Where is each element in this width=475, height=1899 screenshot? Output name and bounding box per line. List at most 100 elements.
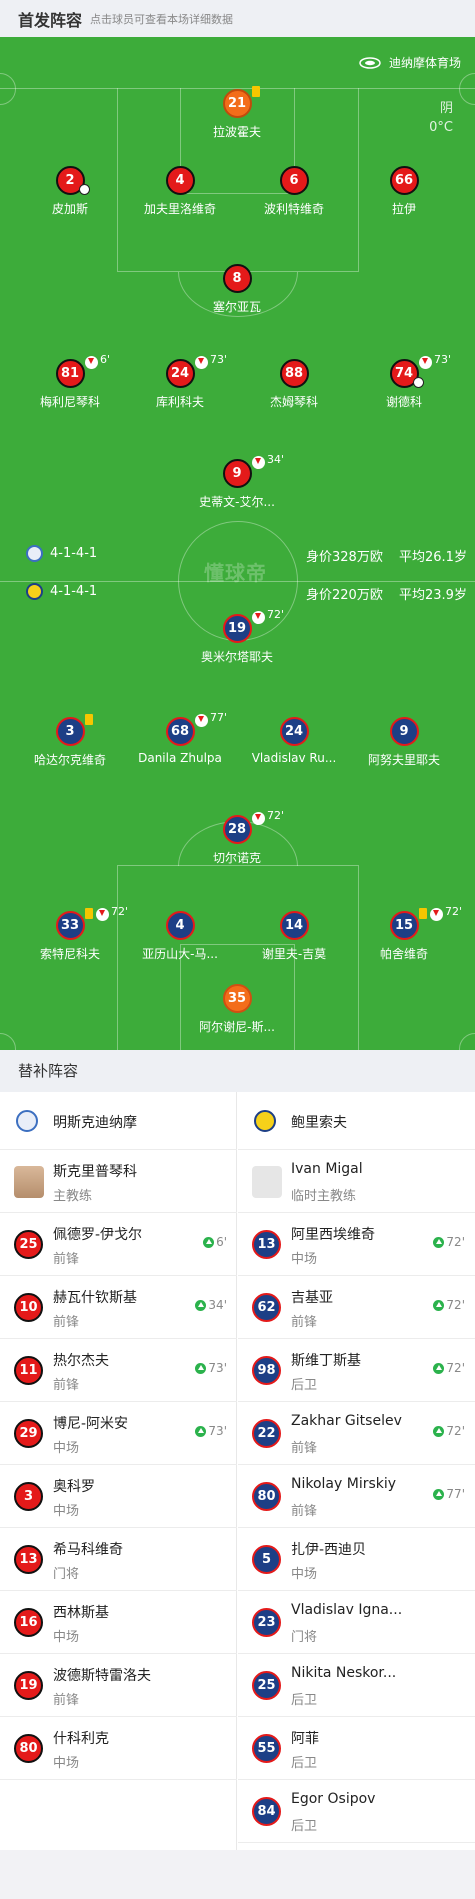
goal-ball-icon [79,184,90,195]
away-coach-row[interactable]: Ivan Migal 临时主教练 [238,1150,475,1213]
home-player-number: 9 [222,459,252,488]
substitution-in-icon [195,1425,207,1437]
home-sub-row[interactable]: 16 西林斯基 中场 [0,1591,237,1654]
away-team-row[interactable]: 鲍里索夫 [238,1092,475,1150]
away-player[interactable]: 9 阿努夫里耶夫 [344,717,464,768]
sub-name: Nikolay Mirskiy [291,1476,397,1492]
away-player-number: 19 [222,614,252,643]
sub-in-minute-text: 72' [446,1235,465,1249]
away-player-number: 35 [222,984,252,1013]
sub-number: 19 [14,1671,43,1700]
away-player-number: 28 [222,815,252,844]
away-sub-row[interactable]: 80 Nikolay Mirskiy 前锋 77' [238,1465,475,1528]
home-crest-icon [26,545,43,562]
home-player[interactable]: 9 34' 史蒂文-艾尔... [177,453,297,510]
substitution-out-icon [96,908,109,921]
coach-name: 斯克里普琴科 [53,1164,137,1180]
sub-number: 10 [14,1293,43,1322]
home-player-number: 21 [222,89,252,118]
home-player[interactable]: 2 皮加斯 [10,166,130,217]
sub-number: 25 [14,1230,43,1259]
home-player-name: 加夫里洛维奇 [143,202,216,216]
away-sub-row[interactable]: 84 Egor Osipov 后卫 [238,1780,475,1843]
sub-in-minute-text: 34' [208,1298,227,1312]
yellow-card-icon [85,714,93,725]
sub-position: 前锋 [53,1252,80,1267]
away-player-number: 9 [389,717,419,746]
away-player-name: 谢里夫-吉莫 [261,947,327,961]
away-player[interactable]: 68 77' Danila Zhulpa [120,711,240,765]
sub-in-minute: 72' [433,1235,465,1249]
away-sub-row[interactable]: 23 Vladislav Igna... 门将 [238,1591,475,1654]
sub-number: 11 [14,1356,43,1385]
away-sub-row[interactable]: 55 阿菲 后卫 [238,1717,475,1780]
home-player[interactable]: 88 杰姆琴科 [234,359,354,410]
home-sub-row[interactable]: 3 奥科罗 中场 [0,1465,237,1528]
away-player-number: 14 [279,911,309,940]
away-sub-row[interactable]: 22 Zakhar Gitselev 前锋 72' [238,1402,475,1465]
home-sub-row[interactable]: 29 博尼-阿米安 中场 73' [0,1402,237,1465]
home-sub-row[interactable]: 25 佩德罗-伊戈尔 前锋 6' [0,1213,237,1276]
away-sub-row[interactable]: 13 阿里西埃维奇 中场 72' [238,1213,475,1276]
sub-in-minute-text: 72' [446,1298,465,1312]
away-sub-row[interactable]: 98 斯维丁斯基 后卫 72' [238,1339,475,1402]
substitution-in-icon [195,1362,207,1374]
away-player[interactable]: 33 72' 索特尼科夫 [10,905,130,962]
away-player[interactable]: 15 72' 帕舍维奇 [344,905,464,962]
sub-name: 斯维丁斯基 [291,1353,361,1369]
home-sub-row[interactable]: 80 什科利克 中场 [0,1717,237,1780]
home-player[interactable]: 81 6' 梅利尼琴科 [10,353,130,410]
home-sub-row[interactable]: 11 热尔杰夫 前锋 73' [0,1339,237,1402]
stadium-icon [359,56,381,69]
away-player[interactable]: 3 哈达尔克维奇 [10,714,130,768]
away-sub-row[interactable]: 5 扎伊-西迪贝 中场 [238,1528,475,1591]
sub-position: 中场 [53,1504,80,1519]
coach-avatar [14,1166,44,1198]
home-player[interactable]: 21 拉波霍夫 [177,86,297,140]
away-value: 身价220万欧 [306,588,383,603]
substitution-in-icon [433,1488,445,1500]
home-sub-row[interactable]: 10 赫瓦什钦斯基 前锋 34' [0,1276,237,1339]
sub-name: 佩德罗-伊戈尔 [53,1227,143,1243]
away-sub-row[interactable]: 25 Nikita Neskor... 后卫 [238,1654,475,1717]
sub-name: 阿菲 [291,1731,319,1747]
home-coach-row[interactable]: 斯克里普琴科 主教练 [0,1150,237,1213]
substitution-minute: 73' [434,353,452,366]
home-player[interactable]: 4 加夫里洛维奇 [120,166,240,217]
sub-position: 前锋 [53,1693,80,1708]
footer [0,1850,475,1899]
sub-position: 前锋 [291,1441,318,1456]
sub-number: 25 [252,1671,281,1700]
away-player[interactable]: 35 阿尔谢尼-斯... [177,984,297,1035]
lineup-hint: 点击球员可查看本场详细数据 [90,12,234,26]
sub-name: 什科利克 [53,1731,109,1747]
home-player[interactable]: 74 73' 谢德科 [344,353,464,410]
home-sub-row[interactable]: 13 希马科维奇 门将 [0,1528,237,1591]
away-player[interactable]: 28 72' 切尔诺克 [177,809,297,866]
away-player-name: Danila Zhulpa [138,751,222,765]
home-player[interactable]: 66 拉伊 [344,166,464,217]
away-player-number: 15 [389,911,419,940]
sub-in-minute: 73' [195,1424,227,1438]
sub-in-minute-text: 77' [446,1487,465,1501]
home-player-name: 拉伊 [391,202,416,216]
substitution-out-icon [419,356,432,369]
home-player[interactable]: 24 73' 库利科夫 [120,353,240,410]
away-sub-row[interactable]: 62 吉基亚 前锋 72' [238,1276,475,1339]
home-sub-row[interactable]: 19 波德斯特雷洛夫 前锋 [0,1654,237,1717]
away-player[interactable]: 19 72' 奥米尔塔耶夫 [177,608,297,665]
sub-in-minute: 73' [195,1361,227,1375]
home-player-name: 史蒂文-艾尔... [199,495,275,509]
home-player[interactable]: 8 塞尔亚瓦 [177,264,297,315]
sub-number: 80 [14,1734,43,1763]
corner-arc [0,73,16,105]
sub-number: 13 [14,1545,43,1574]
away-subs-column: 鲍里索夫 Ivan Migal 临时主教练 13 阿里西埃维奇 中场 72' 62 吉基亚… [238,1092,475,1843]
away-player[interactable]: 14 谢里夫-吉莫 [234,911,354,962]
away-player[interactable]: 4 亚历山大-马... [120,911,240,962]
home-player-number: 81 [55,359,85,388]
away-player[interactable]: 24 Vladislav Ru... [234,717,354,765]
substitution-out-icon [195,714,208,727]
home-team-row[interactable]: 明斯克迪纳摩 [0,1092,237,1150]
home-player[interactable]: 6 波利特维奇 [234,166,354,217]
